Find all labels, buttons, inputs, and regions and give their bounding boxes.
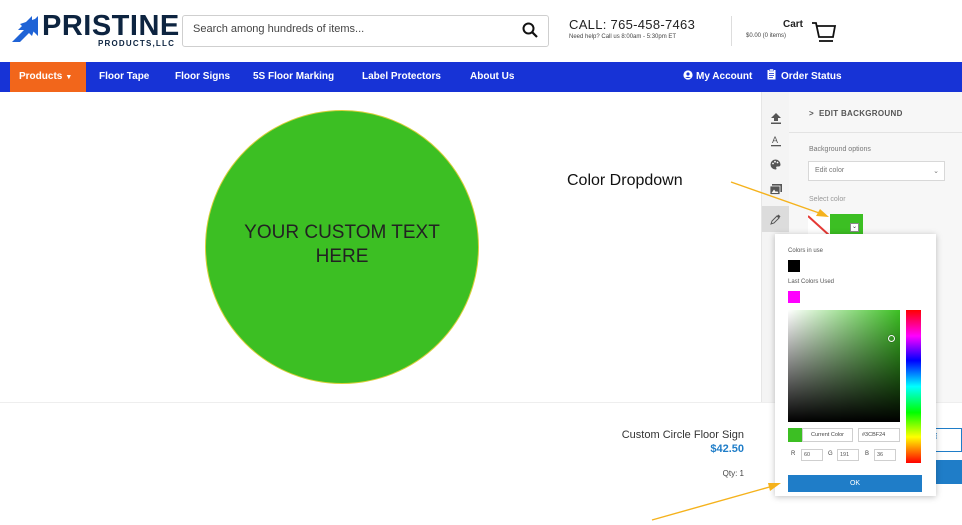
arrowhead-to-dropdown (816, 209, 829, 217)
annotation-arrow-to-ok (651, 485, 774, 521)
page: PRISTINE PRODUCTS,LLC CALL: 765-458-7463… (0, 0, 962, 525)
annotation-arrows (651, 181, 829, 521)
annotation-arrow-to-dropdown (730, 181, 823, 215)
arrowhead-to-ok (768, 483, 781, 491)
